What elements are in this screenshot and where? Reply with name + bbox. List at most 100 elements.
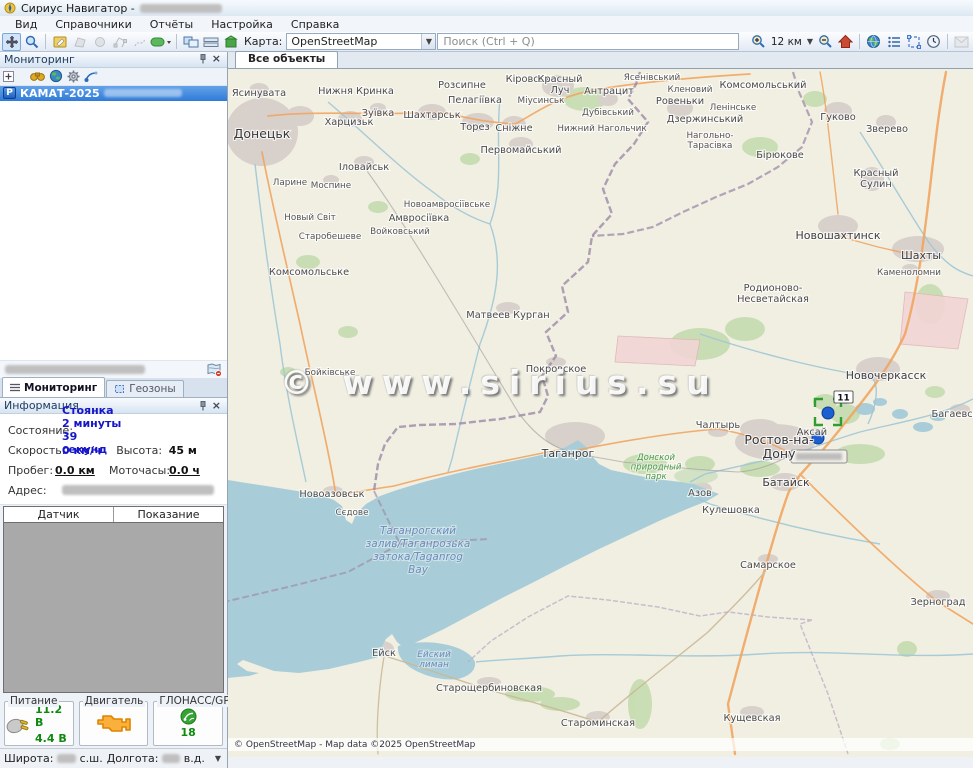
map-label: Дзержинський <box>667 114 744 125</box>
edit-map-button[interactable] <box>50 33 69 51</box>
selection-frame-button[interactable] <box>904 33 923 51</box>
pan-tool-button[interactable] <box>2 33 21 51</box>
longitude-units: в.д. <box>184 752 205 765</box>
show-on-map-globe-icon[interactable] <box>49 69 63 83</box>
map-canvas[interactable]: 11 ДонецькЯсинуватаНижня КринкаКіровське… <box>228 69 973 757</box>
map-label: Дубівський <box>582 108 634 118</box>
map-label: Іловайськ <box>339 162 389 173</box>
tab-geozones-label: Геозоны <box>129 383 175 395</box>
draw-style-dropdown[interactable] <box>150 33 172 51</box>
menu-settings[interactable]: Настройка <box>202 18 282 31</box>
mail-button[interactable] <box>952 33 971 51</box>
pin-icon[interactable] <box>199 401 207 411</box>
selected-vehicle-dot[interactable] <box>822 407 834 419</box>
engine-group: Двигатель <box>79 701 149 746</box>
map-label: Матвеев Курган <box>466 310 549 321</box>
map-provider-value: OpenStreetMap <box>291 35 377 48</box>
power-plug-icon <box>5 713 31 735</box>
redacted-address <box>62 485 214 495</box>
list-icon <box>10 383 20 392</box>
map-provider-select[interactable]: OpenStreetMap ▼ <box>286 33 436 50</box>
objects-3d-button[interactable] <box>221 33 240 51</box>
chevron-down-icon[interactable]: ▼ <box>421 34 435 49</box>
globe-button[interactable] <box>864 33 883 51</box>
map-label: Новоамвросіївське <box>404 200 490 210</box>
gear-icon[interactable] <box>67 70 80 83</box>
toolbar-separator <box>947 34 948 49</box>
search-input[interactable] <box>437 33 739 50</box>
map-fragment-icon[interactable] <box>207 363 222 377</box>
layout-windows-button[interactable] <box>181 33 200 51</box>
satellite-track-icon[interactable] <box>84 70 98 83</box>
menu-reports[interactable]: Отчёты <box>141 18 202 31</box>
map-label: Пелагіївка <box>448 94 502 106</box>
add-geofence-button[interactable] <box>70 33 89 51</box>
main-toolbar: Карта: OpenStreetMap ▼ 12 км ▼ <box>0 32 973 52</box>
menu-view[interactable]: Вид <box>6 18 46 31</box>
map-viewport[interactable]: 11 ДонецькЯсинуватаНижня КринкаКіровське… <box>228 69 973 757</box>
map-label: Шахты <box>901 249 941 262</box>
menu-directories[interactable]: Справочники <box>46 18 140 31</box>
mileage-label: Пробег: <box>8 464 55 477</box>
map-label: Старощербиновская <box>436 683 542 694</box>
object-list-button[interactable] <box>884 33 903 51</box>
info-fields: Состояние: Стоянка 2 минуты 39 секунд Ск… <box>0 414 227 505</box>
longitude-label: Долгота: <box>107 752 159 765</box>
sensors-table-body <box>4 523 223 692</box>
home-view-button[interactable] <box>836 33 855 51</box>
altitude-value: 45 м <box>169 444 223 457</box>
draw-polygon-button[interactable] <box>110 33 129 51</box>
map-label: Розсипне <box>438 80 486 91</box>
map-label: Нагольно-Тарасівка <box>686 131 733 151</box>
tab-monitoring[interactable]: Мониторинг <box>2 377 105 397</box>
map-label: Ясенівський <box>624 73 681 83</box>
map-label: Ясинувата <box>232 88 286 99</box>
map-label: Кущевская <box>724 713 781 724</box>
mileage-value[interactable]: 0.0 км <box>55 464 109 477</box>
close-icon[interactable]: × <box>210 401 223 411</box>
tab-all-objects[interactable]: Все объекты <box>235 51 338 68</box>
map-label: Новоазовськ <box>299 489 364 500</box>
statusbar-dropdown-icon[interactable]: ▼ <box>213 754 223 763</box>
zoom-out-button[interactable] <box>816 33 835 51</box>
binoculars-icon[interactable] <box>30 70 45 82</box>
gps-group: ГЛОНАСС/GPS 18 <box>153 701 223 746</box>
map-label: Нижний Нагольчик <box>557 124 647 134</box>
pin-icon[interactable] <box>199 54 207 64</box>
map-label: Покровское <box>526 364 587 375</box>
map-label: Чалтырь <box>696 420 741 431</box>
hours-value[interactable]: 0.0 ч <box>169 464 223 477</box>
map-label: Міусинськ <box>518 96 566 106</box>
toolbar-separator <box>859 34 860 49</box>
map-label: Антрацит <box>584 86 634 97</box>
tab-geozones[interactable]: Геозоны <box>106 380 183 397</box>
draw-polyline-button[interactable] <box>130 33 149 51</box>
engine-group-title: Двигатель <box>83 695 146 707</box>
map-label: Старобешеве <box>299 232 362 242</box>
map-label: Кленовий <box>667 85 712 95</box>
coordinates-status-bar: Широта: с.ш. Долгота: в.д. ▼ <box>0 748 227 768</box>
add-circle-geofence-button[interactable] <box>90 33 109 51</box>
reading-column-header[interactable]: Показание <box>114 507 223 522</box>
zoom-tool-button[interactable] <box>22 33 41 51</box>
map-label: Бірюкове <box>756 149 804 161</box>
zoom-in-button[interactable] <box>749 33 768 51</box>
close-icon[interactable]: × <box>210 54 223 64</box>
sensors-table-header: Датчик Показание <box>4 507 223 523</box>
vehicle-tree-item[interactable]: P КАМАТ-2025 <box>0 86 227 101</box>
expand-tree-icon[interactable] <box>3 71 14 82</box>
sensor-column-header[interactable]: Датчик <box>4 507 114 522</box>
monitoring-panel-title: Мониторинг <box>4 53 75 66</box>
map-attribution: © OpenStreetMap - Map data ©2025 OpenStr… <box>228 738 973 751</box>
menu-help[interactable]: Справка <box>282 18 348 31</box>
power-group: Питание 11.2 В 4.4 В <box>4 701 74 746</box>
scale-dropdown-icon[interactable]: ▼ <box>805 37 815 46</box>
backup-voltage-value: 4.4 В <box>35 732 73 745</box>
layout-horizontal-button[interactable] <box>201 33 220 51</box>
map-label: Азов <box>688 488 712 499</box>
app-icon <box>4 2 16 14</box>
history-clock-button[interactable] <box>924 33 943 51</box>
map-label: Комсомольське <box>269 267 349 278</box>
tab-monitoring-label: Мониторинг <box>24 382 97 394</box>
hours-label: Моточасы: <box>109 464 169 477</box>
